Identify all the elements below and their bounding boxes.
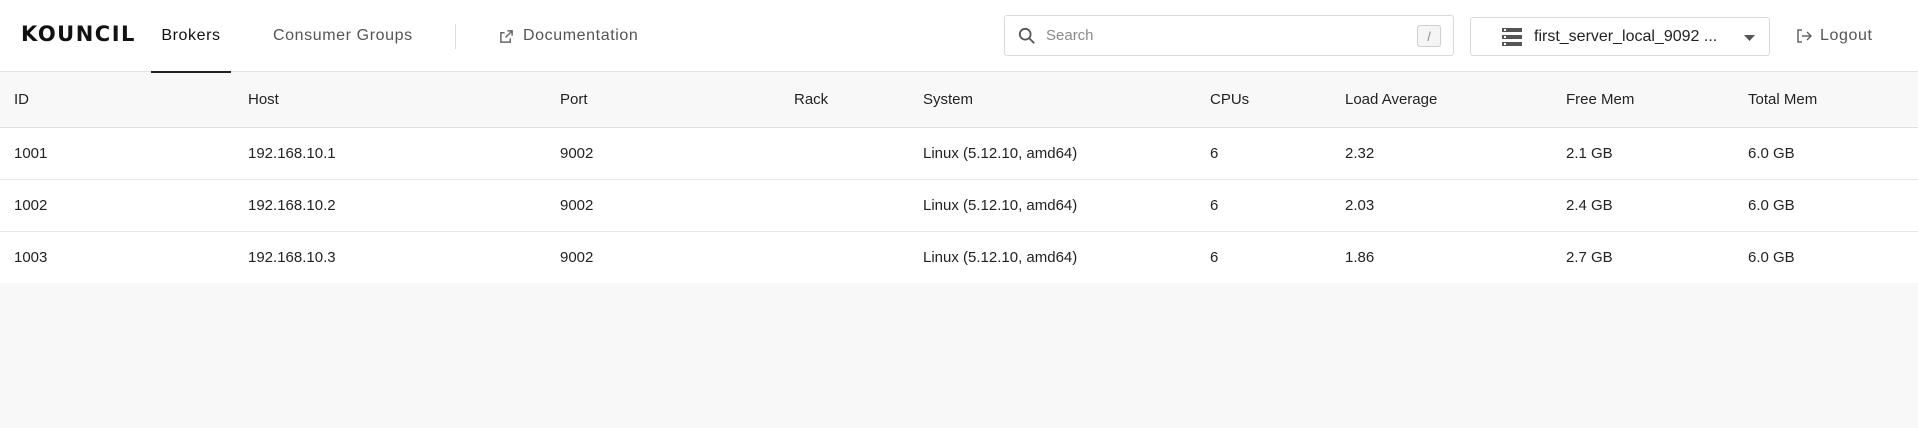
cell-cpus: 6: [1196, 179, 1331, 232]
documentation-label: Documentation: [523, 27, 639, 44]
cell-cpus: 6: [1196, 127, 1331, 180]
column-header-cpus[interactable]: CPUs: [1196, 73, 1331, 128]
cell-rack: [780, 179, 909, 232]
cell-system: Linux (5.12.10, amd64): [909, 231, 1196, 283]
cell-load-average: 2.32: [1331, 127, 1552, 180]
external-link-icon: [500, 29, 513, 43]
server-icon: [1502, 27, 1522, 46]
chevron-down-icon: [1744, 35, 1755, 41]
column-header-host[interactable]: Host: [234, 73, 546, 128]
cell-total-mem: 6.0 GB: [1734, 179, 1918, 232]
documentation-link[interactable]: Documentation: [499, 0, 638, 72]
cell-free-mem: 2.1 GB: [1552, 127, 1734, 180]
brokers-table: ID Host Port Rack System CPUs Load Avera…: [0, 73, 1918, 283]
search-icon: [1018, 27, 1035, 44]
tab-brokers[interactable]: Brokers: [151, 0, 231, 73]
cell-port: 9002: [546, 127, 780, 180]
nav-divider: [455, 24, 456, 49]
cell-load-average: 2.03: [1331, 179, 1552, 232]
logout-label: Logout: [1820, 27, 1873, 44]
cell-system: Linux (5.12.10, amd64): [909, 179, 1196, 232]
cell-total-mem: 6.0 GB: [1734, 231, 1918, 283]
logout-button[interactable]: Logout: [1796, 0, 1873, 72]
search-shortcut-hint: /: [1417, 25, 1441, 47]
tab-consumer-groups-label: Consumer Groups: [273, 27, 413, 44]
cell-rack: [780, 127, 909, 180]
tab-brokers-label: Brokers: [161, 27, 221, 44]
cell-port: 9002: [546, 179, 780, 232]
table-row[interactable]: 1001 192.168.10.1 9002 Linux (5.12.10, a…: [0, 127, 1918, 180]
cell-id: 1001: [0, 127, 234, 180]
cell-free-mem: 2.4 GB: [1552, 179, 1734, 232]
cell-total-mem: 6.0 GB: [1734, 127, 1918, 180]
column-header-rack[interactable]: Rack: [780, 73, 909, 128]
table-row[interactable]: 1003 192.168.10.3 9002 Linux (5.12.10, a…: [0, 231, 1918, 283]
column-header-total-mem[interactable]: Total Mem: [1734, 73, 1918, 128]
column-header-load-average[interactable]: Load Average: [1331, 73, 1552, 128]
table-row[interactable]: 1002 192.168.10.2 9002 Linux (5.12.10, a…: [0, 179, 1918, 232]
cell-free-mem: 2.7 GB: [1552, 231, 1734, 283]
table-header-row: ID Host Port Rack System CPUs Load Avera…: [0, 73, 1918, 128]
cell-host: 192.168.10.3: [234, 231, 546, 283]
cell-system: Linux (5.12.10, amd64): [909, 127, 1196, 180]
server-selector-value: first_server_local_9092 ...: [1534, 27, 1718, 45]
search-box[interactable]: /: [1004, 15, 1454, 56]
logout-icon: [1797, 29, 1812, 43]
app-logo[interactable]: KOUNCIL: [21, 22, 136, 46]
top-navigation-bar: KOUNCIL Brokers Consumer Groups Document…: [0, 0, 1918, 73]
cell-host: 192.168.10.2: [234, 179, 546, 232]
search-input[interactable]: [1046, 27, 1406, 44]
cell-port: 9002: [546, 231, 780, 283]
column-header-id[interactable]: ID: [0, 73, 234, 128]
server-selector[interactable]: first_server_local_9092 ...: [1470, 17, 1770, 56]
cell-id: 1003: [0, 231, 234, 283]
cell-id: 1002: [0, 179, 234, 232]
column-header-free-mem[interactable]: Free Mem: [1552, 73, 1734, 128]
cell-rack: [780, 231, 909, 283]
tab-consumer-groups[interactable]: Consumer Groups: [273, 0, 413, 72]
cell-cpus: 6: [1196, 231, 1331, 283]
column-header-system[interactable]: System: [909, 73, 1196, 128]
cell-host: 192.168.10.1: [234, 127, 546, 180]
cell-load-average: 1.86: [1331, 231, 1552, 283]
column-header-port[interactable]: Port: [546, 73, 780, 128]
